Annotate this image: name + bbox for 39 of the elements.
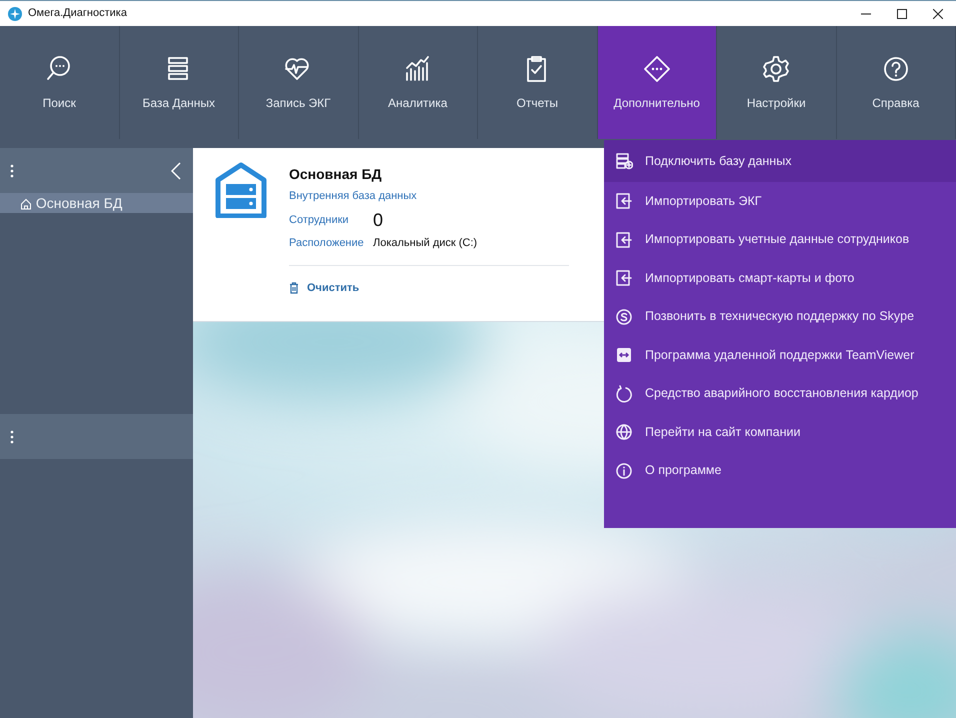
close-icon: [933, 8, 943, 18]
menu-item[interactable]: Позвонить в техническую поддержку по Skype: [604, 298, 956, 336]
menu-item[interactable]: Программа удаленной поддержки TeamViewer: [604, 336, 956, 374]
info-icon: [615, 462, 633, 480]
menu-item[interactable]: Импортировать ЭКГ: [604, 182, 956, 220]
sidebar-item[interactable]: Основная БД: [0, 193, 193, 213]
chevron-left-icon: [171, 162, 181, 180]
settings-icon: [761, 54, 792, 84]
window-title: Омега.Диагностика: [28, 6, 127, 22]
database-icon: [215, 162, 267, 218]
field-value: 0: [373, 210, 384, 228]
field-label: Расположение: [289, 236, 365, 250]
app-logo-icon: [8, 6, 22, 20]
home-icon: [20, 198, 32, 210]
clear-button[interactable]: Очистить: [289, 280, 569, 296]
menu-item[interactable]: Подключить базу данных: [604, 140, 956, 182]
dots-diamond-icon: [642, 54, 672, 84]
remote-link-icon: [615, 346, 633, 364]
skype-icon: [615, 308, 633, 326]
more-vertical-icon: [10, 430, 14, 444]
import-icon: [615, 230, 633, 249]
more-vertical-icon: [10, 164, 14, 178]
database-title: Основная БД: [289, 165, 383, 184]
menu-item[interactable]: Средство аварийного восстановления кардиор: [604, 374, 956, 413]
field-label: Сотрудники: [289, 213, 350, 228]
field-value: Локальный диск (C:): [373, 236, 478, 250]
import-icon: [615, 192, 633, 210]
menu-item[interactable]: Перейти на сайт компании: [604, 413, 956, 452]
database-add-icon: [615, 152, 633, 170]
toolbar-tab[interactable]: Дополнительно: [598, 26, 717, 139]
maximize-icon: [897, 8, 907, 18]
database-subtitle: Внутренняя база данных: [289, 189, 418, 204]
refresh-icon: [615, 384, 633, 403]
globe-icon: [615, 423, 633, 442]
menu-item[interactable]: Импортировать учетные данные сотрудников: [604, 220, 956, 259]
import-icon: [615, 269, 633, 288]
menu-item[interactable]: Импортировать смарт-карты и фото: [604, 259, 956, 298]
menu-item[interactable]: О программе: [604, 452, 956, 490]
trash-icon: [289, 282, 299, 294]
